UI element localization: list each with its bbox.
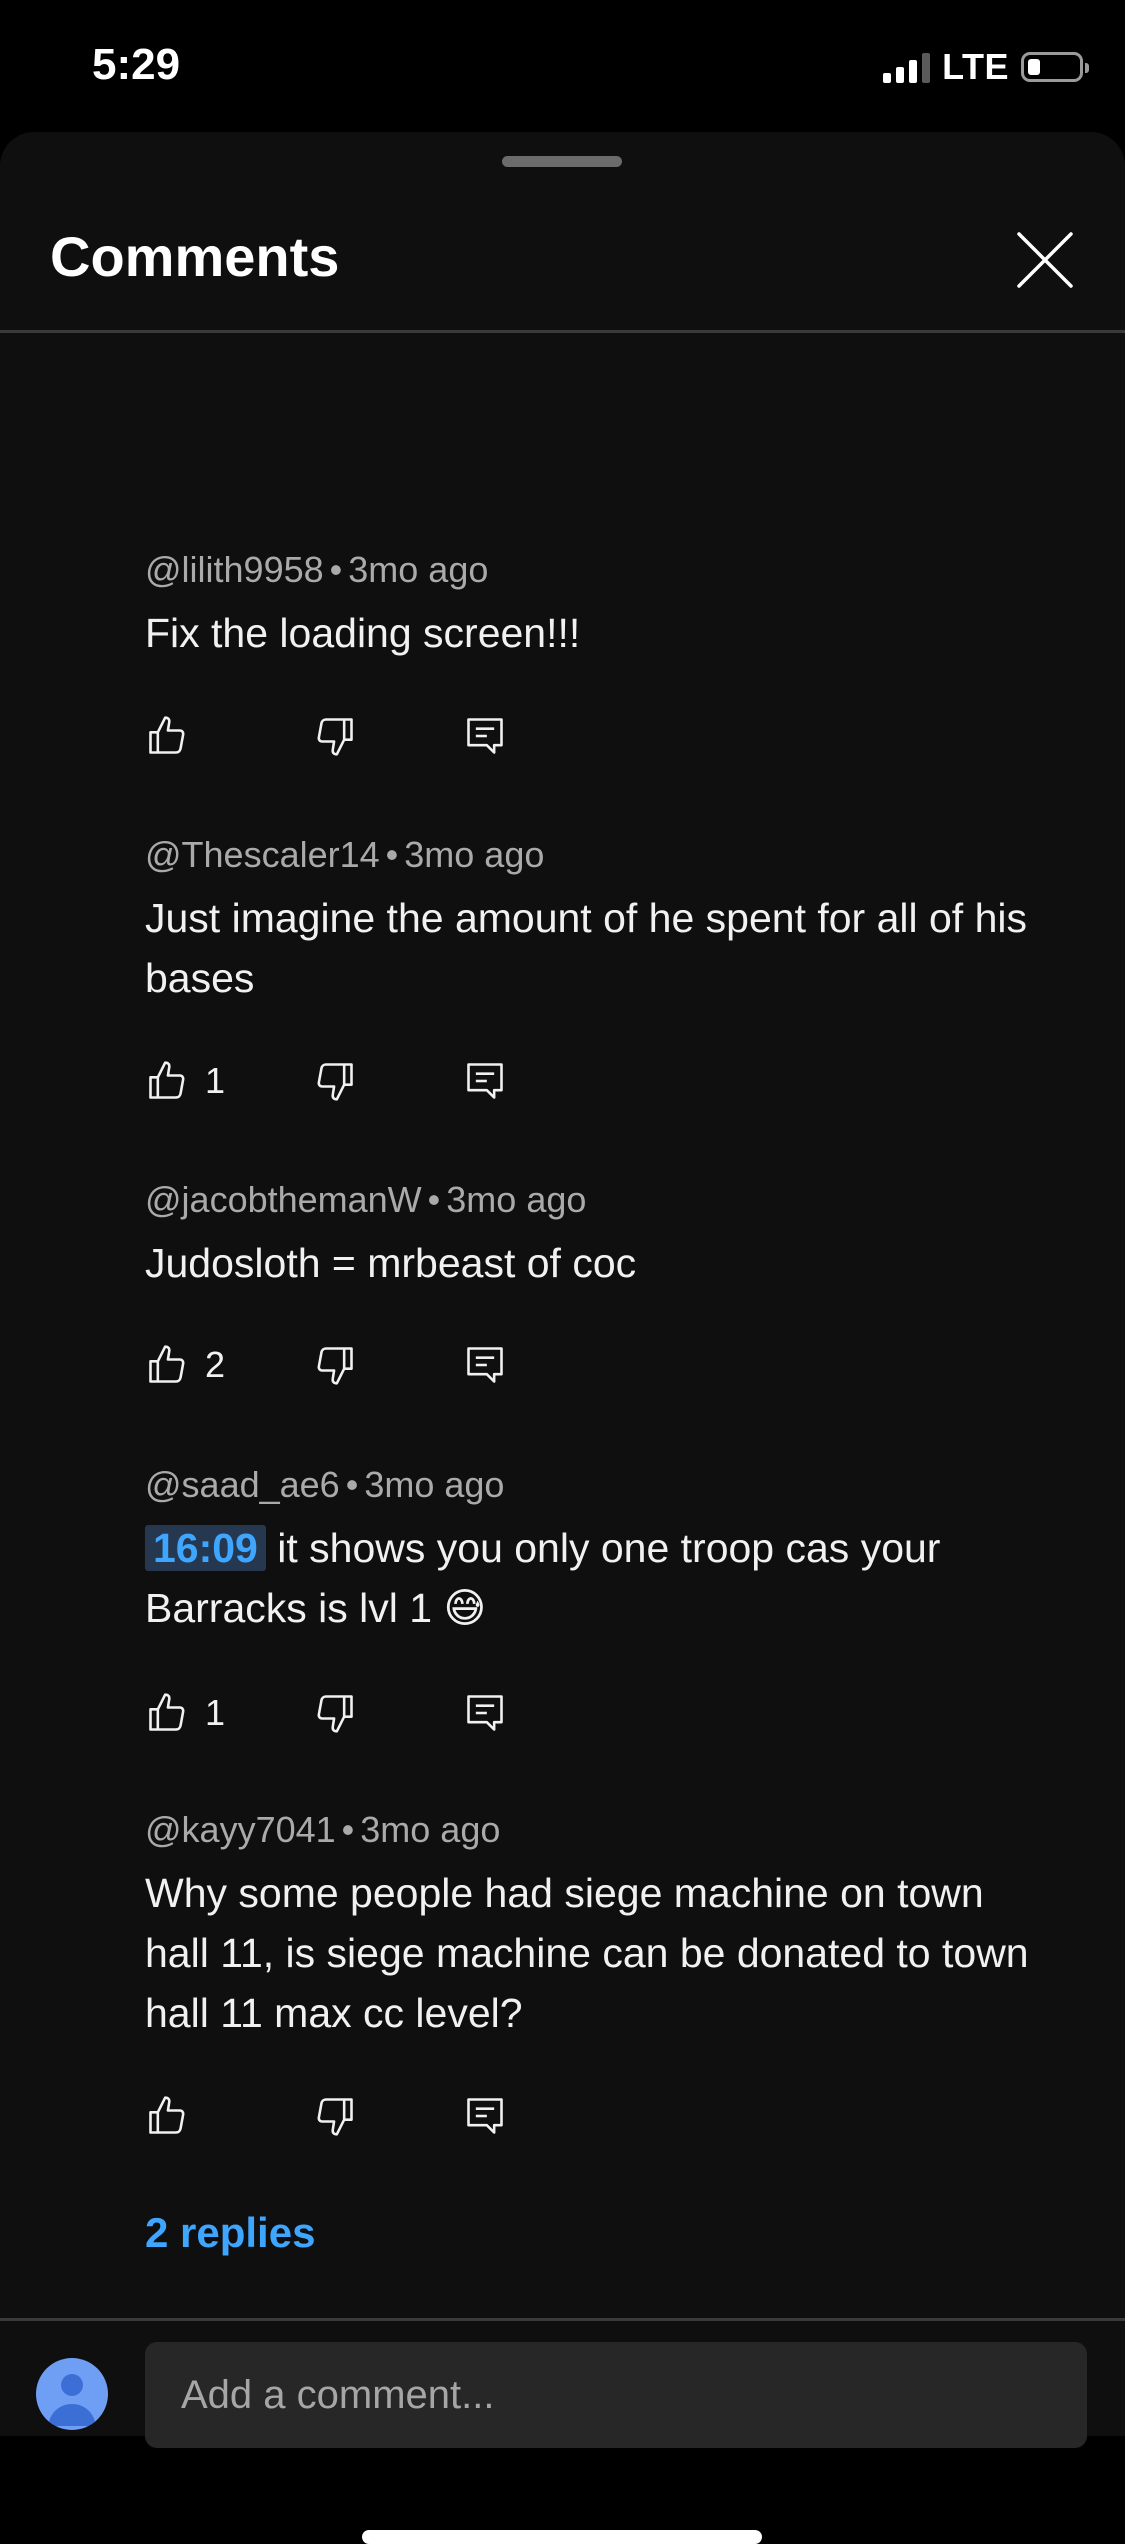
- reply-button[interactable]: [463, 1689, 511, 1737]
- comment-actions: [145, 2092, 511, 2140]
- reply-button[interactable]: [463, 1341, 511, 1389]
- dislike-button[interactable]: [313, 1689, 463, 1737]
- comment-author[interactable]: @jacobthemanW: [145, 1179, 422, 1220]
- comment-text: Why some people had siege machine on tow…: [145, 1870, 1029, 2036]
- reply-comment-icon: [467, 1695, 503, 1731]
- thumbs-down-icon: [317, 1695, 353, 1733]
- thumbs-down-icon: [317, 1347, 353, 1385]
- dislike-button[interactable]: [313, 712, 463, 760]
- thumbs-up-icon: [149, 2096, 185, 2134]
- like-count: 2: [205, 1344, 226, 1385]
- meta-separator: •: [329, 549, 343, 590]
- meta-separator: •: [345, 1464, 359, 1505]
- comment-age: 3mo ago: [404, 834, 545, 875]
- meta-separator: •: [385, 834, 399, 875]
- comment-meta: @saad_ae6 • 3mo ago: [145, 1464, 1045, 1506]
- comment-author[interactable]: @saad_ae6: [145, 1464, 340, 1505]
- comment-actions: [145, 712, 511, 760]
- user-avatar-icon: [48, 2374, 96, 2426]
- sheet-title: Comments: [50, 225, 340, 288]
- like-button[interactable]: [145, 2092, 313, 2140]
- view-replies-link[interactable]: 2 replies: [145, 2209, 315, 2257]
- comment-author[interactable]: @kayy7041: [145, 1809, 336, 1850]
- reply-comment-icon: [467, 718, 503, 754]
- battery-icon: [1021, 52, 1089, 82]
- comment-age: 3mo ago: [348, 549, 489, 590]
- reply-comment-icon: [467, 1063, 503, 1099]
- like-count: 1: [205, 1060, 226, 1101]
- thumbs-up-icon: [149, 1345, 185, 1383]
- like-count: 1: [205, 1692, 226, 1733]
- comment-meta: @Thescaler14 • 3mo ago: [145, 834, 1045, 876]
- reply-comment-icon: [467, 2098, 503, 2134]
- network-type: LTE: [942, 46, 1009, 87]
- comment-actions: 2: [145, 1341, 511, 1389]
- comment-item: @kayy7041 • 3mo ago Why some people had si…: [145, 1809, 1045, 2136]
- like-button[interactable]: 2: [145, 1341, 313, 1389]
- comment-meta: @lilith9958 • 3mo ago: [145, 549, 1045, 591]
- comment-author[interactable]: @Thescaler14: [145, 834, 380, 875]
- thumbs-up-icon: [149, 1061, 185, 1099]
- user-avatar[interactable]: [36, 2358, 108, 2430]
- comment-meta: @jacobthemanW • 3mo ago: [145, 1179, 1045, 1221]
- reply-comment-icon: [467, 1347, 503, 1383]
- thumbs-down-icon: [317, 1063, 353, 1101]
- close-icon: [1017, 232, 1073, 288]
- thumbs-down-icon: [317, 718, 353, 756]
- home-indicator[interactable]: [362, 2530, 762, 2544]
- reply-button[interactable]: [463, 1057, 511, 1105]
- reply-button[interactable]: [463, 712, 511, 760]
- sheet-grabber[interactable]: [502, 156, 622, 167]
- meta-separator: •: [341, 1809, 355, 1850]
- thumbs-down-icon: [317, 2098, 353, 2136]
- comment-text: 16:09 it shows you only one troop cas yo…: [145, 1518, 1045, 1638]
- comment-age: 3mo ago: [364, 1464, 505, 1505]
- comment-author[interactable]: @lilith9958: [145, 549, 324, 590]
- like-button[interactable]: 1: [145, 1689, 313, 1737]
- thumbs-up-icon: [149, 716, 185, 754]
- comment-text: Just imagine the amount of he spent for …: [145, 895, 1028, 1001]
- input-divider: [0, 2318, 1125, 2321]
- comment-item: @jacobthemanW • 3mo ago Judosloth = mrbeas…: [145, 1179, 1045, 1385]
- thumbs-up-icon: [149, 1693, 185, 1731]
- reply-button[interactable]: [463, 2092, 511, 2140]
- status-time: 5:29: [92, 40, 181, 89]
- status-bar: 5:29 LTE: [0, 0, 1125, 132]
- status-icons: LTE: [883, 46, 1089, 88]
- comment-text: Judosloth = mrbeast of coc: [145, 1240, 637, 1286]
- comment-age: 3mo ago: [446, 1179, 587, 1220]
- comment-item: @saad_ae6 • 3mo ago 16:09 it shows you onl…: [145, 1464, 1045, 1733]
- comment-actions: 1: [145, 1689, 511, 1737]
- meta-separator: •: [427, 1179, 441, 1220]
- add-comment-input[interactable]: [145, 2342, 1087, 2448]
- comment-actions: 1: [145, 1057, 511, 1105]
- cellular-signal-icon: [883, 51, 931, 83]
- comment-text: Fix the loading screen!!!: [145, 610, 581, 656]
- dislike-button[interactable]: [313, 1057, 463, 1105]
- comments-sheet: Comments @lilith9958 • 3mo ago Fix the loa…: [0, 132, 1125, 2544]
- comment-list: @lilith9958 • 3mo ago Fix the loading scre…: [0, 333, 1125, 2318]
- comment-item: @Thescaler14 • 3mo ago Just imagine the am…: [145, 834, 1045, 1101]
- video-timestamp-link[interactable]: 16:09: [145, 1525, 266, 1571]
- close-button[interactable]: [1015, 230, 1075, 290]
- like-button[interactable]: [145, 712, 313, 760]
- dislike-button[interactable]: [313, 2092, 463, 2140]
- comment-item: @lilith9958 • 3mo ago Fix the loading scre…: [145, 549, 1045, 756]
- dislike-button[interactable]: [313, 1341, 463, 1389]
- comment-meta: @kayy7041 • 3mo ago: [145, 1809, 1045, 1851]
- comment-age: 3mo ago: [360, 1809, 501, 1850]
- like-button[interactable]: 1: [145, 1057, 313, 1105]
